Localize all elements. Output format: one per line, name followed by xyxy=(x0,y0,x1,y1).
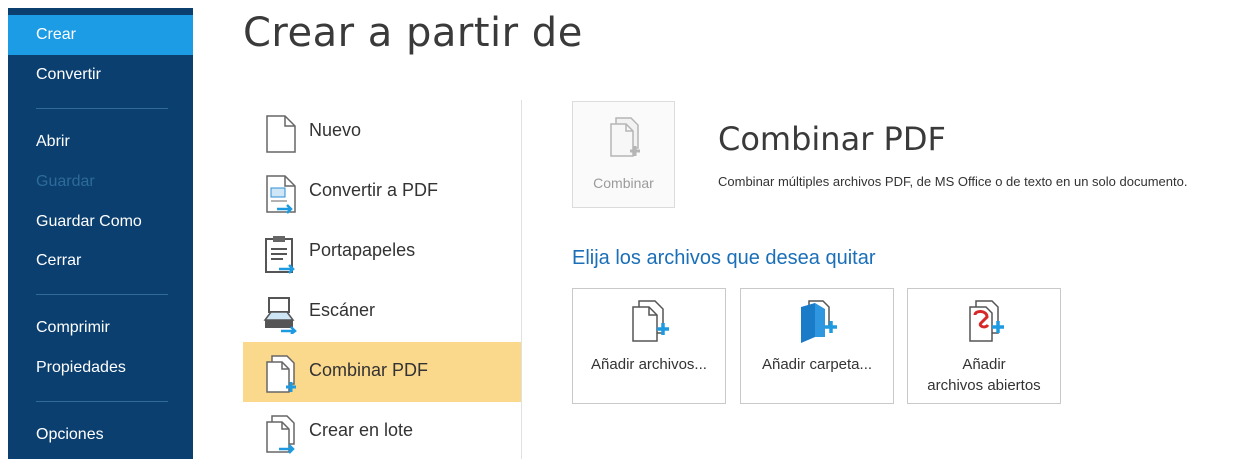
sidebar-divider xyxy=(36,401,168,402)
sidebar-item-propiedades[interactable]: Propiedades xyxy=(8,348,193,388)
add-folder-icon xyxy=(801,300,837,343)
option-label: Combinar PDF xyxy=(309,360,429,380)
combine-button[interactable]: Combinar xyxy=(572,101,675,208)
add-open-files-icon xyxy=(969,300,1004,342)
sidebar-item-guardar: Guardar xyxy=(36,173,95,190)
add-folder-button[interactable]: Añadir carpeta... xyxy=(740,288,894,404)
batch-create-icon xyxy=(266,415,295,454)
option-label: Escáner xyxy=(309,300,376,320)
add-open-files-label: Añadir archivos abiertos xyxy=(908,354,1060,396)
sidebar-item-cerrar[interactable]: Cerrar xyxy=(8,241,193,281)
combine-button-label: Combinar xyxy=(593,175,654,191)
sidebar-item-comprimir[interactable]: Comprimir xyxy=(8,308,193,348)
convert-to-pdf-icon xyxy=(266,175,296,214)
sidebar-item-crear[interactable]: Crear xyxy=(8,15,193,55)
option-label: Portapapeles xyxy=(309,240,416,260)
scanner-icon xyxy=(263,297,297,334)
sidebar-divider xyxy=(36,294,168,295)
add-files-label: Añadir archivos... xyxy=(591,356,707,373)
clipboard-icon xyxy=(265,236,295,274)
section-title: Combinar PDF xyxy=(718,120,946,158)
add-open-files-button[interactable]: Añadir archivos abiertos xyxy=(907,288,1061,404)
add-files-button[interactable]: Añadir archivos... xyxy=(572,288,726,404)
sidebar-item-abrir[interactable]: Abrir xyxy=(8,122,193,162)
combine-pdf-icon xyxy=(266,355,296,393)
page-title: Crear a partir de xyxy=(243,10,583,56)
option-label: Nuevo xyxy=(309,120,362,140)
vertical-divider xyxy=(521,100,522,459)
option-convertir-a-pdf[interactable]: Convertir a PDF xyxy=(243,162,521,222)
option-portapapeles[interactable]: Portapapeles xyxy=(243,222,521,282)
sidebar-item-convertir[interactable]: Convertir xyxy=(8,55,193,95)
sidebar-divider xyxy=(36,108,168,109)
add-open-files-label-line1: Añadir xyxy=(962,356,1006,373)
combine-files-icon xyxy=(610,117,640,157)
option-label: Convertir a PDF xyxy=(309,180,439,200)
option-escaner[interactable]: Escáner xyxy=(243,282,521,342)
section-description: Combinar múltiples archivos PDF, de MS O… xyxy=(718,174,1188,189)
option-nuevo[interactable]: Nuevo xyxy=(243,102,521,162)
sidebar-item-guardar-como[interactable]: Guardar Como xyxy=(8,202,193,242)
option-combinar-pdf[interactable]: Combinar PDF xyxy=(243,342,521,402)
add-files-icon xyxy=(632,300,669,342)
choose-files-heading: Elija los archivos que desea quitar xyxy=(572,247,876,269)
sidebar: Crear Convertir Abrir Guardar Guardar Co… xyxy=(8,8,193,459)
option-crear-en-lote[interactable]: Crear en lote xyxy=(243,402,521,459)
add-open-files-label-line2: archivos abiertos xyxy=(927,377,1041,394)
sidebar-item-opciones[interactable]: Opciones xyxy=(8,415,193,455)
add-folder-label: Añadir carpeta... xyxy=(761,356,873,373)
new-document-icon xyxy=(266,115,296,153)
option-label: Crear en lote xyxy=(309,420,414,440)
